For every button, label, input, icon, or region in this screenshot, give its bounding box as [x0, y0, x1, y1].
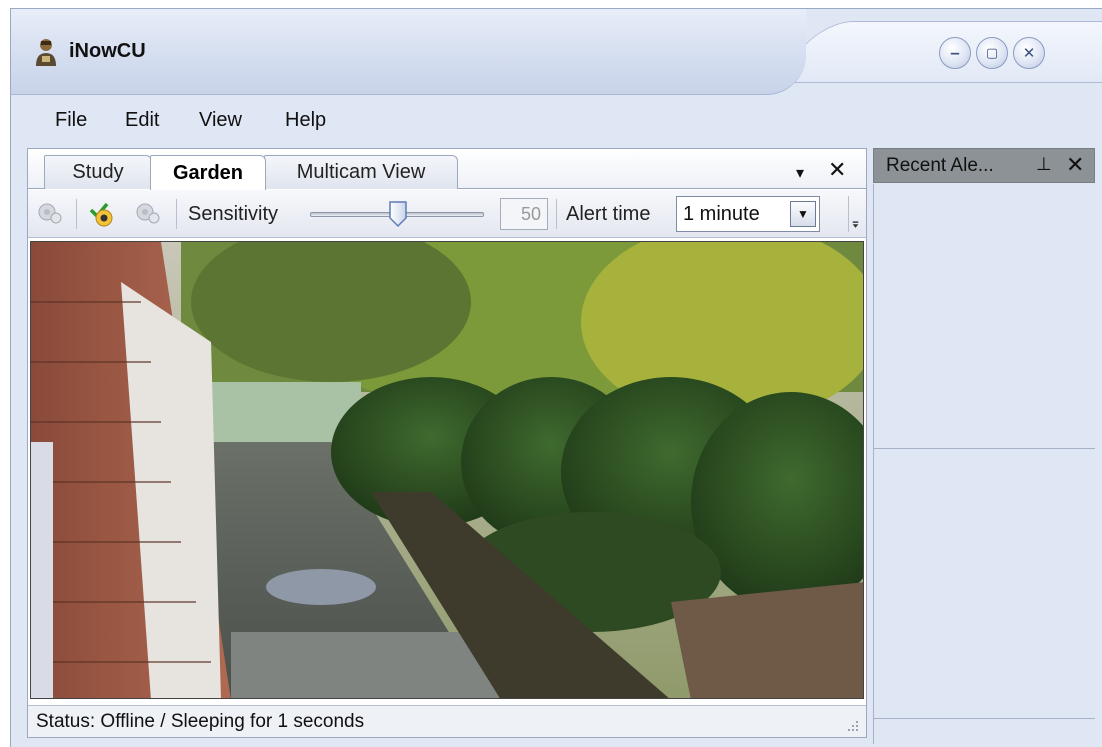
maximize-icon: ▢: [985, 45, 999, 60]
menu-edit[interactable]: Edit: [121, 109, 163, 132]
toolbar-separator: [176, 199, 177, 229]
panel-divider: [873, 184, 874, 744]
toolbar-separator: [76, 199, 77, 229]
alert-time-label: Alert time: [566, 203, 651, 225]
panel-divider: [873, 448, 1095, 449]
minimize-icon: –: [950, 43, 960, 62]
panel-close-icon[interactable]: ✕: [1066, 152, 1084, 178]
tab-study[interactable]: Study: [44, 155, 152, 189]
sensitivity-value-field[interactable]: 50: [500, 198, 548, 230]
menu-help[interactable]: Help: [281, 109, 330, 132]
alert-time-select[interactable]: 1 minute ▼: [676, 196, 820, 232]
app-user-icon: [36, 39, 56, 66]
recent-alerts-header: Recent Ale... ⊥ ✕: [873, 148, 1095, 183]
app-window: iNowCU – ▢ ✕ File Edit View Help Study M…: [10, 8, 1102, 747]
maximize-button[interactable]: ▢: [976, 37, 1008, 69]
tab-close-icon[interactable]: ✕: [828, 157, 846, 183]
status-text: Status: Offline / Sleeping for 1 seconds: [36, 711, 365, 732]
app-title: iNowCU: [69, 40, 146, 62]
resize-grip-icon[interactable]: [846, 719, 860, 733]
title-bar[interactable]: iNowCU – ▢ ✕: [11, 9, 1102, 95]
camera-active-icon[interactable]: [88, 200, 116, 228]
camera-connect-icon[interactable]: [36, 200, 64, 228]
tab-strip: Study Multicam View Garden ▾ ✕: [28, 149, 866, 190]
sensitivity-slider-thumb[interactable]: [388, 200, 408, 228]
recent-alerts-title: Recent Ale...: [886, 155, 994, 176]
camera-settings-icon[interactable]: [134, 200, 162, 228]
close-button[interactable]: ✕: [1013, 37, 1045, 69]
menu-file[interactable]: File: [51, 109, 91, 132]
sensitivity-label: Sensitivity: [188, 203, 279, 225]
camera-toolbar: Sensitivity 50 Alert time 1 minute ▼: [28, 190, 866, 238]
toolbar-separator: [556, 199, 557, 229]
tab-multicam-view[interactable]: Multicam View: [264, 155, 458, 189]
camera-feed-image: [30, 241, 864, 699]
toolbar-overflow-icon[interactable]: [848, 196, 862, 232]
alert-time-value: 1 minute: [683, 202, 760, 225]
close-icon: ✕: [1022, 45, 1036, 62]
minimize-button[interactable]: –: [939, 37, 971, 69]
panel-divider: [873, 718, 1095, 719]
camera-document-pane: Study Multicam View Garden ▾ ✕ Sensitivi…: [27, 148, 867, 738]
tab-garden[interactable]: Garden: [150, 155, 266, 190]
pin-icon[interactable]: ⊥: [1036, 154, 1052, 175]
tab-list-dropdown-icon[interactable]: ▾: [796, 163, 804, 183]
status-bar: Status: Offline / Sleeping for 1 seconds: [28, 705, 866, 737]
chevron-down-icon[interactable]: ▼: [790, 201, 816, 227]
menu-bar: File Edit View Help: [11, 107, 871, 137]
recent-alerts-panel: Recent Ale... ⊥ ✕: [873, 148, 1102, 746]
menu-view[interactable]: View: [195, 109, 246, 132]
